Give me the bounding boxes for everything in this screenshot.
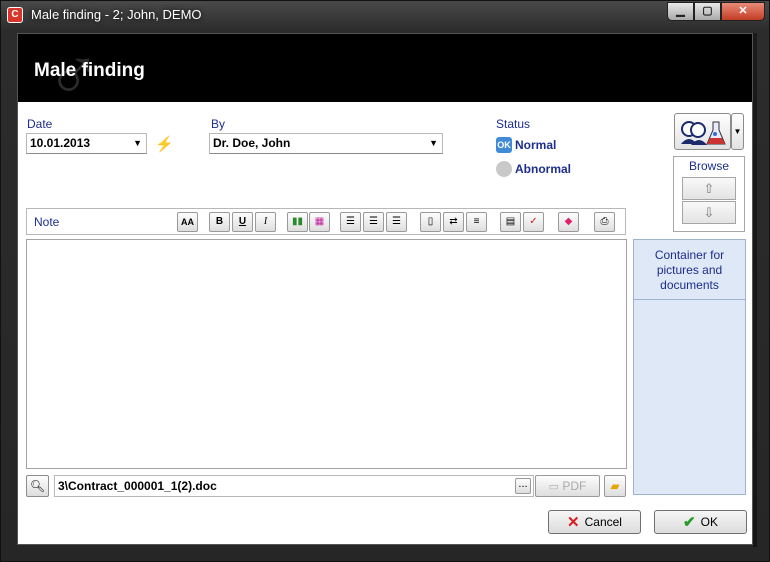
minimize-button[interactable]: ▁ <box>667 2 694 21</box>
folder-open-icon[interactable]: ▰ <box>604 475 626 497</box>
status-radio-icon[interactable] <box>496 161 512 177</box>
pdf-button[interactable]: ▭ PDF <box>535 475 600 497</box>
date-value: 10.01.2013 <box>30 136 91 150</box>
by-field[interactable]: Dr. Doe, John ▼ <box>209 133 443 154</box>
color-palette-icon[interactable]: ▦ <box>309 212 330 232</box>
status-ok-icon[interactable]: OK <box>496 137 512 153</box>
cancel-label: Cancel <box>584 515 622 529</box>
date-label: Date <box>27 117 53 131</box>
insert-link-icon[interactable]: ⇄ <box>443 212 464 232</box>
lightning-icon[interactable]: ⚡ <box>155 135 174 153</box>
container-title: Container for pictures and documents <box>634 240 745 300</box>
eraser-icon[interactable]: ◆ <box>558 212 579 232</box>
ok-check-icon: ✔ <box>683 514 696 531</box>
chevron-down-icon[interactable]: ▼ <box>133 134 142 153</box>
note-editor[interactable] <box>26 239 627 469</box>
insert-text-icon[interactable]: ≡ <box>466 212 487 232</box>
spellcheck-icon[interactable]: ✓ <box>523 212 544 232</box>
pdf-label: PDF <box>562 479 587 493</box>
page-title: Male finding <box>34 60 145 81</box>
view-document-icon[interactable]: 🔍︎ <box>26 475 49 497</box>
dialog-header: ♂ Male finding <box>18 34 752 112</box>
new-document-icon[interactable]: ▯ <box>420 212 441 232</box>
window-title: Male finding - 2; John, DEMO <box>31 7 202 22</box>
patient-lab-button[interactable] <box>674 113 731 150</box>
note-toolbar: Note AA B U I ▮▮ ▦ ☰ ☰ ☰ ▯ ⇄ ≡ ▤ ✓ ◆ ⎙ <box>26 208 626 235</box>
browse-up-button[interactable]: ⇧ <box>682 177 736 200</box>
align-left-icon[interactable]: ☰ <box>340 212 361 232</box>
align-center-icon[interactable]: ☰ <box>363 212 384 232</box>
users-lab-icon <box>681 121 726 145</box>
align-right-icon[interactable]: ☰ <box>386 212 407 232</box>
pencils-icon[interactable]: ▮▮ <box>287 212 308 232</box>
app-logo-icon[interactable]: C <box>7 7 23 23</box>
status-normal-option[interactable]: Normal <box>515 138 556 152</box>
italic-icon[interactable]: I <box>255 212 276 232</box>
dialog-client: ♂ Male finding Date 10.01.2013 ▼ ⚡ By Dr… <box>17 33 753 545</box>
title-bar[interactable]: C Male finding - 2; John, DEMO ▁ ▢ ✕ <box>1 1 770 29</box>
browse-title: Browse <box>688 159 729 173</box>
close-button[interactable]: ✕ <box>721 2 765 21</box>
file-path-field[interactable]: 3\Contract_000001_1(2).doc <box>54 475 534 497</box>
status-label: Status <box>496 117 531 131</box>
patient-lab-dropdown[interactable]: ▼ <box>731 113 744 150</box>
dialog-window: C Male finding - 2; John, DEMO ▁ ▢ ✕ ♂ M… <box>0 0 770 562</box>
note-label: Note <box>34 215 60 229</box>
font-icon[interactable]: AA <box>177 212 198 232</box>
underline-icon[interactable]: U <box>232 212 253 232</box>
chevron-down-icon[interactable]: ▼ <box>429 134 438 153</box>
window-controls: ▁ ▢ ✕ <box>667 2 765 21</box>
print-icon[interactable]: ⎙ <box>594 212 615 232</box>
file-browse-button[interactable]: ... <box>515 478 531 494</box>
browse-panel: Browse ⇧ ⇩ <box>673 156 745 232</box>
browse-down-button[interactable]: ⇩ <box>682 201 736 224</box>
file-path-value: 3\Contract_000001_1(2).doc <box>58 479 217 493</box>
ok-button[interactable]: ✔ OK <box>654 510 747 534</box>
clipboard-icon[interactable]: ▤ <box>500 212 521 232</box>
attachment-container[interactable]: Container for pictures and documents <box>633 239 746 495</box>
by-label: By <box>211 117 226 131</box>
by-value: Dr. Doe, John <box>213 136 291 150</box>
cancel-x-icon: ✕ <box>567 514 580 531</box>
window-shadow <box>753 33 757 547</box>
maximize-button[interactable]: ▢ <box>694 2 721 21</box>
status-abnormal-option[interactable]: Abnormal <box>515 162 571 176</box>
cancel-button[interactable]: ✕ Cancel <box>548 510 641 534</box>
date-field[interactable]: 10.01.2013 ▼ <box>26 133 147 154</box>
pdf-icon: ▭ <box>548 481 560 493</box>
ok-label: OK <box>700 515 718 529</box>
bold-icon[interactable]: B <box>209 212 230 232</box>
